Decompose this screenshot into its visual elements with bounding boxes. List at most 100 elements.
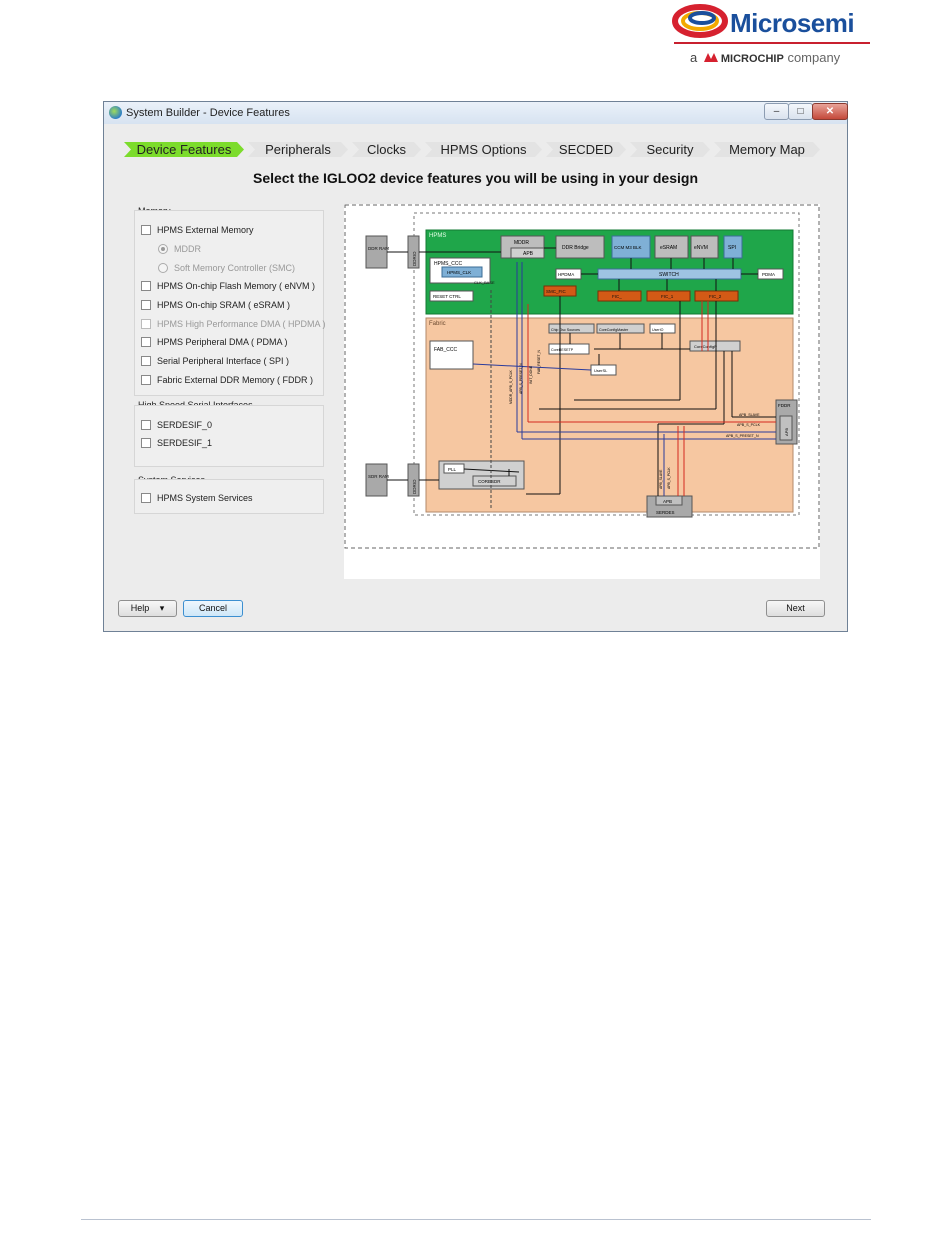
pdma-label: PDMA: [762, 272, 775, 277]
chevron-down-icon[interactable]: ▾: [160, 603, 165, 613]
help-button[interactable]: Help ▾: [118, 600, 177, 617]
logo-tagline-brand: MICROCHIP: [720, 53, 784, 65]
fddr-label: FDDR: [778, 403, 791, 408]
corexsdr-label: CORESDR: [478, 479, 501, 484]
sig-serdes-apb-slave-label: APB_SLAVE: [659, 469, 663, 489]
help-button-label: Help: [130, 603, 150, 613]
sdr-ram-block: [365, 463, 388, 497]
hpms-clk-label: HPMS_CLK: [447, 270, 471, 275]
maximize-button[interactable]: □: [788, 103, 813, 120]
serdes-group: [134, 405, 324, 467]
hpms-label: HPMS: [429, 233, 446, 239]
spi-label: SPI: [728, 245, 736, 251]
cancel-button[interactable]: Cancel: [183, 600, 243, 617]
hpdma-label: HPDMA: [558, 272, 574, 277]
checkbox-label: HPMS High Performance DMA ( HPDMA ): [157, 319, 326, 329]
logo-divider: [674, 42, 870, 44]
checkbox-label: SERDESIF_0: [157, 420, 213, 430]
sig-mddr-apb-label: MDDR_APB_S_PCLK: [509, 370, 513, 404]
apb-s-clk-label: APB_S_PCLK: [737, 423, 761, 427]
checkbox-serdesif-0[interactable]: SERDESIF_0: [141, 419, 213, 430]
device-block-diagram: HPMS Fabric DDR RAM DDRIO SDR RAM DDRIO …: [344, 204, 820, 579]
fab-ccc-label: FAB_CCC: [434, 347, 457, 353]
radio-label: Soft Memory Controller (SMC): [174, 263, 296, 273]
serdes-apb-label: APB: [663, 499, 672, 504]
radio-mddr[interactable]: MDDR: [158, 243, 201, 254]
microchip-icon: [703, 53, 718, 62]
step-secded[interactable]: SECDED: [546, 142, 626, 157]
switch-label: SWITCH: [659, 272, 679, 278]
apb-slave-label: APB_SLAVE: [739, 413, 760, 417]
checkbox-pdma[interactable]: HPMS Peripheral DMA ( PDMA ): [141, 336, 288, 347]
fic1-label: FIC_1: [661, 294, 674, 299]
page-footer-divider: [81, 1219, 871, 1220]
logo-swoosh-icon: [672, 4, 728, 38]
ddr-bridge-label: DDR Bridge: [562, 245, 589, 251]
fab-ccc-block: [429, 340, 474, 370]
step-security[interactable]: Security: [630, 142, 710, 157]
checkbox-hpdma[interactable]: HPMS High Performance DMA ( HPDMA ): [141, 318, 326, 329]
checkbox-spi[interactable]: Serial Peripheral Interface ( SPI ): [141, 355, 290, 366]
step-device-features[interactable]: Device Features: [124, 142, 244, 157]
logo-tagline-company: company: [787, 50, 841, 65]
checkbox-envm[interactable]: HPMS On-chip Flash Memory ( eNVM ): [141, 280, 316, 291]
user-io-label: UserIO: [652, 328, 664, 332]
checkbox-label: SERDESIF_1: [157, 438, 213, 448]
checkbox-label: HPMS On-chip Flash Memory ( eNVM ): [157, 281, 316, 291]
clk-base-label: CLK_BASE: [474, 280, 495, 285]
sig-serdes-apb-pclk-label: APB_S_PCLK: [667, 467, 671, 489]
checkbox-label: Serial Peripheral Interface ( SPI ): [157, 356, 290, 366]
fic2-label: FIC_2: [709, 294, 722, 299]
step-hpms-options[interactable]: HPMS Options: [425, 142, 542, 157]
page-heading: Select the IGLOO2 device features you wi…: [253, 170, 698, 186]
mddr-label: MDDR: [514, 240, 529, 246]
next-button[interactable]: Next: [766, 600, 825, 617]
fabric-label: Fabric: [429, 321, 446, 327]
logo-tagline-a: a: [690, 50, 698, 65]
core-config-master-label: CoreConfigMaster: [599, 328, 629, 332]
minimize-button[interactable]: –: [764, 103, 789, 120]
checkbox-label: HPMS On-chip SRAM ( eSRAM ): [157, 300, 291, 310]
apb-s-preset-label: APB_S_PRESET_N: [726, 434, 759, 438]
checkbox-esram[interactable]: HPMS On-chip SRAM ( eSRAM ): [141, 299, 291, 310]
user-sl-label: UserSL: [594, 368, 608, 373]
checkbox-serdesif-1[interactable]: SERDESIF_1: [141, 437, 213, 448]
checkbox-label: HPMS External Memory: [157, 225, 254, 235]
fddr-apb-label: APB: [784, 428, 789, 436]
cortex-label: CCM M3 BLK: [614, 245, 642, 250]
checkbox-label: HPMS Peripheral DMA ( PDMA ): [157, 337, 288, 347]
step-clocks[interactable]: Clocks: [352, 142, 421, 157]
pll-label: PLL: [448, 467, 457, 472]
checkbox-label: Fabric External DDR Memory ( FDDR ): [157, 375, 314, 385]
fddr-io-label: DDRIO: [412, 479, 417, 494]
close-button[interactable]: ✕: [812, 103, 848, 120]
checkbox-hpms-system-services[interactable]: HPMS System Services: [141, 492, 253, 503]
ddr-ram-top-block: [365, 235, 388, 269]
chip-osc-label: Chip Osc Sources: [551, 328, 580, 332]
core-config-p-label: CoreConfigP: [694, 344, 717, 349]
window-title: System Builder - Device Features: [126, 107, 290, 119]
sdr-ram-label: SDR RAM: [368, 474, 389, 479]
block-diagram-svg: HPMS Fabric DDR RAM DDRIO SDR RAM DDRIO …: [344, 204, 820, 549]
microsemi-logo: Microsemi a MICROCHIP company: [672, 2, 872, 68]
ddr-ram-top-label: DDR RAM: [368, 246, 389, 251]
esram-label: eSRAM: [660, 245, 677, 251]
checkbox-hpms-external-memory[interactable]: HPMS External Memory: [141, 224, 254, 235]
system-builder-window: System Builder - Device Features – □ ✕ D…: [103, 101, 848, 632]
fic0-label: FIC_: [612, 294, 622, 299]
checkbox-label: HPMS System Services: [157, 493, 253, 503]
core-rst-label: CoreRESETP: [551, 348, 574, 352]
sig-fab-reset-label: FAB_RESET_N: [537, 350, 541, 374]
radio-label: MDDR: [174, 244, 201, 254]
serdes-label: SERDES: [656, 510, 675, 515]
checkbox-fddr[interactable]: Fabric External DDR Memory ( FDDR ): [141, 374, 314, 385]
logo-wordmark: Microsemi: [730, 8, 855, 38]
sig-init-done-label: INIT_DONE: [529, 365, 533, 384]
envm-label: eNVM: [694, 245, 708, 251]
step-memory-map[interactable]: Memory Map: [714, 142, 820, 157]
step-peripherals[interactable]: Peripherals: [248, 142, 348, 157]
reset-ctrl-label: RESET CTRL: [433, 294, 461, 299]
radio-smc[interactable]: Soft Memory Controller (SMC): [158, 262, 296, 273]
logo-tagline: a MICROCHIP company: [690, 50, 840, 65]
title-bar[interactable]: System Builder - Device Features – □ ✕: [104, 102, 848, 124]
